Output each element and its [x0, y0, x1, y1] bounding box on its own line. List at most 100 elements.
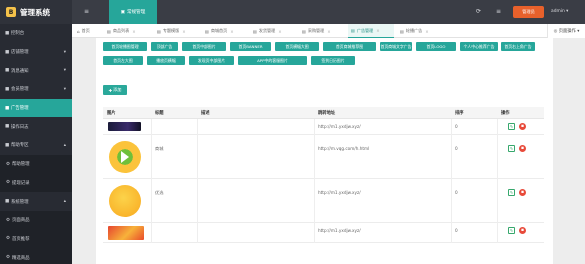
cell-url: http://m1.yxdjw.xyz/ [318, 124, 361, 129]
admin-role-button[interactable]: 管理员 [513, 6, 544, 18]
gear-icon: ⚙ [6, 180, 11, 186]
delete-icon[interactable]: ▪ [519, 227, 526, 234]
ad-category-button[interactable]: 首页左大图 [103, 56, 143, 65]
page-tab[interactable]: ▤ 专题模版 × [154, 24, 200, 38]
main-content: 首页轮播图管理 顶部广告 首页中部图片 首页BANNER 首页横幅大图 首页商城推荐图 首页… [96, 38, 553, 264]
ad-category-button[interactable]: 发现页中部图片 [189, 56, 234, 65]
close-icon[interactable]: × [376, 28, 379, 33]
ad-category-button[interactable]: 首页LOGO [416, 42, 456, 51]
dashboard-icon: ■ [5, 30, 10, 36]
ad-category-button[interactable]: 顶部广告 [151, 42, 178, 51]
page-tab[interactable]: ▤ 轮播广告 × [397, 24, 443, 38]
tab-grid-icon: ▣ [120, 9, 125, 15]
ad-category-button[interactable]: 首页商城推荐图 [323, 42, 376, 51]
ad-category-button[interactable]: 首页横幅大图 [275, 42, 319, 51]
page-tab[interactable]: ▤ 广告管理 × [348, 24, 394, 38]
cell-sort: 0 [455, 228, 458, 233]
edit-icon[interactable]: ✎ [508, 145, 515, 152]
sidebar-item[interactable]: ■ 控制台 [0, 24, 72, 43]
close-icon[interactable]: × [132, 29, 135, 34]
page-icon: ▤ [107, 28, 111, 34]
ad-category-button[interactable]: 首页中部图片 [182, 42, 226, 51]
cell-url: http://m1.yxdjw.xyz/ [318, 190, 361, 195]
ad-thumbnail [109, 185, 141, 217]
admin-user-menu[interactable]: admin ▾ [551, 9, 568, 14]
cell-divider [151, 135, 152, 179]
add-button[interactable]: ✚ 添加 [103, 85, 127, 95]
plus-icon: ✚ [108, 87, 113, 93]
close-icon[interactable]: × [182, 29, 185, 34]
sidebar-item[interactable]: ■ 广告管理 [0, 98, 72, 118]
sidebar-item-label: 提现记录 [12, 180, 30, 186]
sidebar-item-label: 控制台 [11, 31, 25, 37]
sidebar-item[interactable]: ⚙ 帮助管理 [0, 154, 72, 174]
ad-thumbnail [108, 226, 144, 240]
edit-icon[interactable]: ✎ [508, 123, 515, 130]
ad-category-button[interactable]: 首页BANNER [230, 42, 271, 51]
delete-icon[interactable]: ▪ [519, 123, 526, 130]
sidebar-item[interactable]: ⚙ 页面商品 [0, 210, 72, 230]
cell-divider [314, 119, 315, 135]
page-tab[interactable]: ▤ 商品列表 × [104, 24, 150, 38]
page-tab-label: 轮播广告 [405, 28, 423, 33]
edit-icon[interactable]: ✎ [508, 189, 515, 196]
chevron-down-icon: ▾ [63, 86, 66, 92]
sidebar-item[interactable]: ⚙ 首页推荐 [0, 229, 72, 249]
cell-divider [497, 135, 498, 179]
page-tab[interactable]: ▤ 商城首页 × [202, 24, 248, 38]
top-nav-active-label: 常规管理 [126, 10, 146, 15]
ad-category-button[interactable]: 签到日历图片 [311, 56, 355, 65]
cell-divider [314, 179, 315, 223]
page-tab-label: 采购管理 [307, 28, 325, 33]
gear-icon: ⚙ [6, 236, 11, 242]
ad-category-button[interactable]: 首页商城文字广告 [380, 42, 412, 51]
sidebar-item[interactable]: ■ 消息通知 ▾ [0, 61, 72, 80]
page-tab[interactable]: ▤ 采购管理 × [299, 24, 345, 38]
chevron-down-icon: ▾ [63, 49, 66, 55]
page-tab[interactable]: ▤ 发货管理 × [250, 24, 296, 38]
cell-divider [197, 119, 198, 135]
sidebar-item-label: 广告管理 [11, 106, 29, 112]
sidebar-item[interactable]: ⚙ 提现记录 [0, 173, 72, 193]
close-icon[interactable]: × [327, 29, 330, 34]
sidebar-item[interactable]: ■ 会员管理 ▾ [0, 80, 72, 99]
ad-category-button[interactable]: 个人中心推荐广告 [460, 42, 498, 51]
refresh-icon[interactable]: ⟳ [476, 8, 481, 15]
add-button-label: 添加 [113, 87, 122, 92]
sidebar-item-label: 精选商品 [12, 255, 30, 261]
cell-divider [451, 119, 452, 135]
ad-category-button[interactable]: APP中的客服图片 [238, 56, 307, 65]
sidebar-item[interactable]: ■ 系统管理 ▴ [0, 192, 72, 211]
cell-sort: 0 [455, 190, 458, 195]
sidebar-item-label: 页面商品 [12, 218, 30, 224]
menu-toggle-icon[interactable]: ≡ [84, 8, 89, 15]
ad-category-button[interactable]: 播放页横幅 [147, 56, 185, 65]
top-nav-active-tab[interactable]: ▣ 常规管理 [109, 0, 157, 24]
ad-icon: ■ [5, 105, 10, 111]
close-icon[interactable]: × [425, 29, 428, 34]
user-icon: ■ [5, 86, 10, 92]
more-menu-icon[interactable]: ≡ [496, 8, 501, 15]
app-title: 管理系统 [20, 7, 50, 17]
top-bar: ≡ ▣ 常规管理 ⟳ ≡ 管理员 admin ▾ [72, 0, 585, 24]
table-row: 优选 http://m1.yxdjw.xyz/0 ✎ ▪ [103, 179, 544, 223]
sidebar-item-label: 帮助专区 [11, 143, 29, 149]
gear-icon: ⚙ [6, 161, 11, 167]
page-tab-label: 广告管理 [356, 27, 374, 33]
home-icon: ⌂ [77, 28, 80, 34]
page-options-button[interactable]: ◎ 页面操作 ▾ [547, 24, 585, 38]
delete-icon[interactable]: ▪ [519, 189, 526, 196]
ad-category-button[interactable]: 首页轮播图管理 [103, 42, 147, 51]
delete-icon[interactable]: ▪ [519, 145, 526, 152]
sidebar-item[interactable]: ■ 店铺管理 ▾ [0, 43, 72, 62]
sidebar-item[interactable]: ⚙ 精选商品 [0, 248, 72, 264]
close-icon[interactable]: × [278, 29, 281, 34]
sidebar-item[interactable]: ■ 帮助专区 ▴ [0, 136, 72, 155]
edit-icon[interactable]: ✎ [508, 227, 515, 234]
page-tab[interactable]: ⌂ 首页 [74, 24, 101, 38]
cell-url: http://m1.yxdjw.xyz/ [318, 228, 361, 233]
page-tab-label: 专题模版 [162, 28, 180, 33]
close-icon[interactable]: × [230, 29, 233, 34]
sidebar-item[interactable]: ■ 操作日志 [0, 117, 72, 136]
ad-category-button[interactable]: 首页右上角广告 [501, 42, 535, 51]
